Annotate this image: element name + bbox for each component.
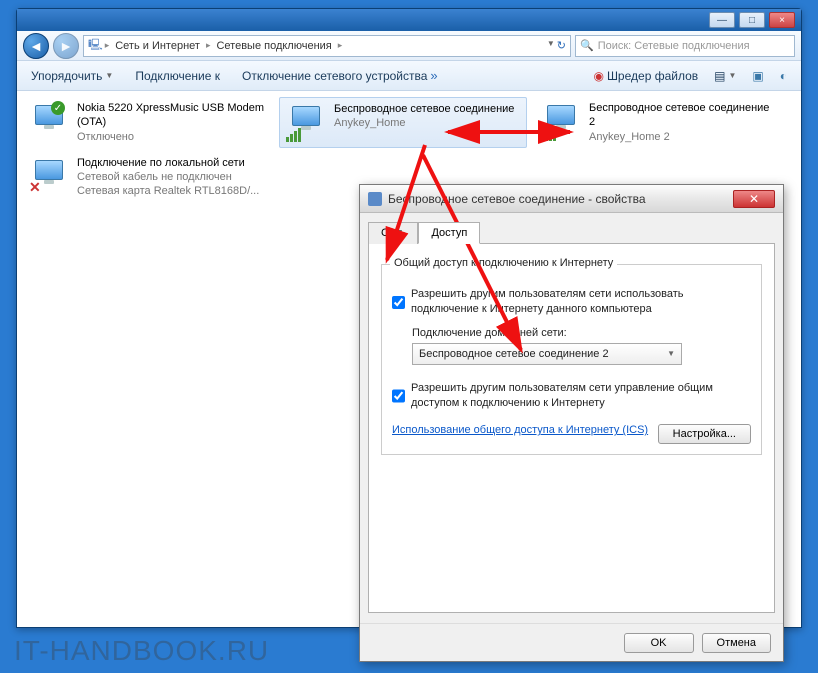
- modem-icon: ✓: [29, 101, 69, 141]
- groupbox-legend: Общий доступ к подключению к Интернету: [390, 257, 617, 269]
- dialog-tabs: Сеть Доступ: [368, 221, 775, 243]
- forward-button[interactable]: ►: [53, 33, 79, 59]
- connection-item-lan[interactable]: ✕ Подключение по локальной сети Сетевой …: [23, 152, 323, 203]
- lan-icon: ✕: [29, 156, 69, 196]
- close-button[interactable]: ×: [769, 12, 795, 28]
- home-network-label: Подключение домашней сети:: [412, 327, 751, 339]
- ics-groupbox: Общий доступ к подключению к Интернету Р…: [381, 264, 762, 455]
- back-button[interactable]: ◄: [23, 33, 49, 59]
- tab-sharing[interactable]: Доступ: [418, 222, 480, 244]
- allow-control-label: Разрешить другим пользователям сети упра…: [411, 381, 751, 411]
- disable-device-button[interactable]: Отключение сетевого устройства»: [238, 66, 442, 85]
- chevron-down-icon: ▼: [667, 349, 675, 358]
- refresh-icon[interactable]: ↻: [557, 39, 566, 52]
- maximize-button[interactable]: □: [739, 12, 765, 28]
- connection-item-nokia[interactable]: ✓ Nokia 5220 XpressMusic USB Modem (OTA)…: [23, 97, 271, 148]
- organize-button[interactable]: Упорядочить▼: [27, 67, 117, 85]
- settings-button[interactable]: Настройка...: [658, 424, 751, 444]
- search-icon: 🔍: [580, 39, 594, 52]
- breadcrumb[interactable]: 🖳 ▸ Сеть и Интернет ▸ Сетевые подключени…: [83, 35, 571, 57]
- search-placeholder: Поиск: Сетевые подключения: [598, 40, 750, 52]
- properties-dialog: Беспроводное сетевое соединение - свойст…: [359, 184, 784, 662]
- wireless-icon: [541, 101, 581, 141]
- breadcrumb-seg-2[interactable]: Сетевые подключения: [212, 40, 335, 52]
- watermark: IT-HANDBOOK.RU: [14, 635, 269, 667]
- breadcrumb-seg-1[interactable]: Сеть и Интернет: [111, 40, 204, 52]
- dialog-icon: [368, 192, 382, 206]
- cancel-button[interactable]: Отмена: [702, 633, 771, 653]
- tab-panel-sharing: Общий доступ к подключению к Интернету Р…: [368, 243, 775, 613]
- preview-pane-button[interactable]: ▣: [748, 67, 767, 85]
- breadcrumb-dropdown-icon[interactable]: ▼: [547, 39, 555, 52]
- allow-sharing-label: Разрешить другим пользователям сети испо…: [411, 287, 751, 317]
- minimize-button[interactable]: —: [709, 12, 735, 28]
- dialog-title: Беспроводное сетевое соединение - свойст…: [388, 192, 646, 206]
- ics-help-link[interactable]: Использование общего доступа к Интернету…: [392, 424, 648, 436]
- search-input[interactable]: 🔍 Поиск: Сетевые подключения: [575, 35, 795, 57]
- connection-item-wireless-1[interactable]: Беспроводное сетевое соединение Anykey_H…: [279, 97, 527, 148]
- shredder-icon: ◉: [593, 69, 603, 83]
- navbar: ◄ ► 🖳 ▸ Сеть и Интернет ▸ Сетевые подклю…: [17, 31, 801, 61]
- tab-network[interactable]: Сеть: [368, 222, 418, 244]
- shredder-button[interactable]: ◉ Шредер файлов: [589, 67, 702, 85]
- view-button[interactable]: ▤▼: [710, 67, 740, 85]
- connection-item-wireless-2[interactable]: Беспроводное сетевое соединение 2 Anykey…: [535, 97, 783, 148]
- allow-control-checkbox[interactable]: [392, 382, 405, 411]
- dialog-titlebar: Беспроводное сетевое соединение - свойст…: [360, 185, 783, 213]
- ok-button[interactable]: OK: [624, 633, 694, 653]
- connect-to-button[interactable]: Подключение к: [131, 67, 224, 85]
- wireless-icon: [286, 102, 326, 142]
- dialog-footer: OK Отмена: [360, 623, 783, 661]
- toolbar: Упорядочить▼ Подключение к Отключение се…: [17, 61, 801, 91]
- allow-sharing-checkbox[interactable]: [392, 288, 405, 317]
- help-button[interactable]: ◐: [776, 67, 791, 85]
- dialog-close-button[interactable]: ✕: [733, 190, 775, 208]
- home-network-select[interactable]: Беспроводное сетевое соединение 2 ▼: [412, 343, 682, 365]
- titlebar: — □ ×: [17, 9, 801, 31]
